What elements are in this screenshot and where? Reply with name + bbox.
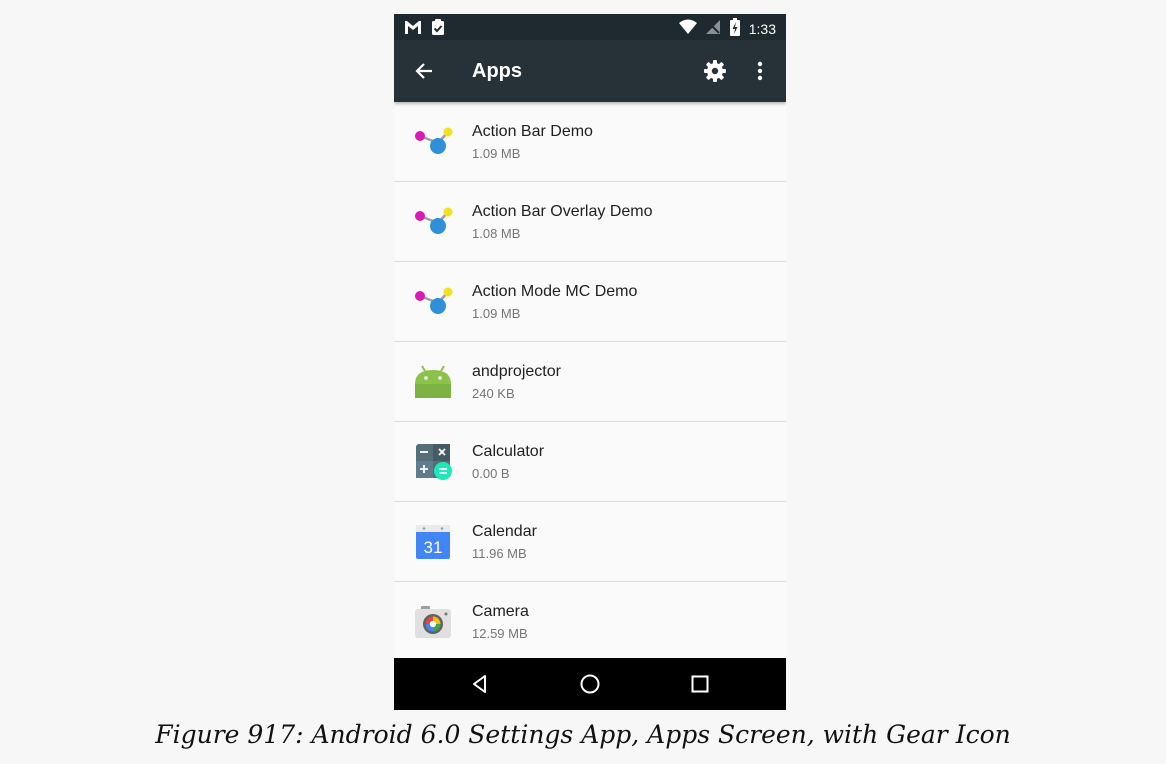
status-bar: 1:33 bbox=[394, 14, 786, 40]
app-row-calendar[interactable]: 31 Calendar 11.96 MB bbox=[394, 502, 786, 582]
app-row-action-mode-mc-demo[interactable]: Action Mode MC Demo 1.09 MB bbox=[394, 262, 786, 342]
settings-gear-button[interactable] bbox=[702, 58, 728, 84]
molecule-icon bbox=[412, 280, 454, 322]
gmail-icon bbox=[404, 19, 422, 40]
status-time: 1:33 bbox=[748, 20, 776, 37]
app-row-action-bar-demo[interactable]: Action Bar Demo 1.09 MB bbox=[394, 102, 786, 182]
app-row-andprojector[interactable]: andprojector 240 KB bbox=[394, 342, 786, 422]
overflow-menu-button[interactable] bbox=[750, 58, 770, 84]
no-signal-icon bbox=[705, 19, 721, 38]
phone-screen: 1:33 Apps Action Bar Demo 1.09 MB Action… bbox=[394, 14, 786, 710]
figure-caption: Figure 917: Android 6.0 Settings App, Ap… bbox=[155, 720, 1011, 749]
app-row-action-bar-overlay-demo[interactable]: Action Bar Overlay Demo 1.08 MB bbox=[394, 182, 786, 262]
back-triangle-icon bbox=[468, 675, 492, 700]
gear-icon bbox=[702, 60, 728, 88]
camera-icon bbox=[412, 600, 454, 642]
molecule-icon bbox=[412, 120, 454, 162]
app-name: Calendar bbox=[472, 523, 537, 540]
battery-charging-icon bbox=[729, 18, 741, 39]
app-size: 1.09 MB bbox=[472, 146, 521, 161]
app-size: 240 KB bbox=[472, 386, 515, 401]
app-size: 0.00 B bbox=[472, 466, 510, 481]
app-row-calculator[interactable]: Calculator 0.00 B bbox=[394, 422, 786, 502]
app-name: Action Mode MC Demo bbox=[472, 283, 638, 300]
app-name: Camera bbox=[472, 603, 529, 620]
app-name: andprojector bbox=[472, 363, 561, 380]
app-name: Action Bar Overlay Demo bbox=[472, 203, 653, 220]
app-row-camera[interactable]: Camera 12.59 MB bbox=[394, 582, 786, 662]
overflow-menu-icon bbox=[750, 61, 770, 88]
molecule-icon bbox=[412, 200, 454, 242]
calculator-icon bbox=[412, 440, 454, 482]
nav-recents-button[interactable] bbox=[688, 672, 712, 696]
android-icon bbox=[412, 360, 454, 402]
back-button[interactable] bbox=[412, 58, 438, 84]
app-list: Action Bar Demo 1.09 MB Action Bar Overl… bbox=[394, 102, 786, 672]
app-size: 12.59 MB bbox=[472, 626, 528, 641]
calendar-icon: 31 bbox=[412, 520, 454, 562]
nav-back-button[interactable] bbox=[468, 672, 492, 696]
clipboard-check-icon bbox=[430, 18, 446, 41]
app-size: 1.08 MB bbox=[472, 226, 521, 241]
app-size: 1.09 MB bbox=[472, 306, 521, 321]
wifi-icon bbox=[678, 19, 697, 38]
recents-square-icon bbox=[688, 675, 712, 700]
page: 1:33 Apps Action Bar Demo 1.09 MB Action… bbox=[0, 0, 1166, 764]
home-circle-icon bbox=[578, 674, 602, 700]
back-arrow-icon bbox=[412, 63, 438, 88]
app-size: 11.96 MB bbox=[472, 546, 527, 561]
nav-home-button[interactable] bbox=[578, 672, 602, 696]
app-bar: Apps bbox=[394, 40, 786, 102]
app-name: Action Bar Demo bbox=[472, 123, 593, 140]
navigation-bar bbox=[394, 658, 786, 710]
app-name: Calculator bbox=[472, 443, 545, 460]
calendar-day-number: 31 bbox=[424, 538, 443, 557]
page-title: Apps bbox=[472, 60, 522, 82]
